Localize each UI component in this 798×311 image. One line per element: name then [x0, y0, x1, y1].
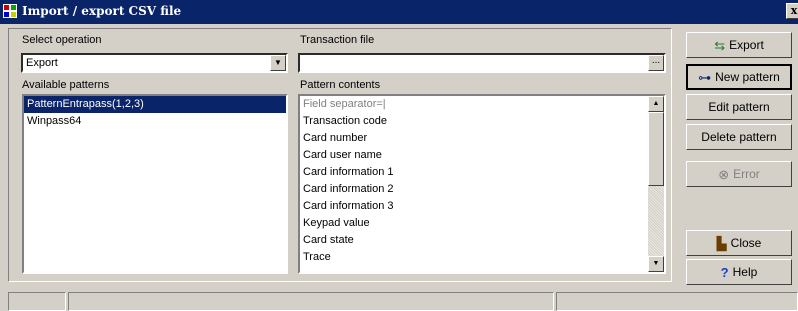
list-item[interactable]: Field separator=|	[300, 96, 664, 113]
edit-pattern-button[interactable]: Edit pattern	[686, 94, 792, 120]
scroll-up-icon[interactable]: ▲	[648, 96, 664, 112]
export-icon: ⇆	[714, 37, 726, 53]
title-bar: Import / export CSV file x	[0, 0, 798, 24]
list-item[interactable]: Keypad value	[300, 215, 664, 232]
available-patterns-label: Available patterns	[22, 79, 110, 91]
operation-value: Export	[26, 57, 58, 69]
scroll-down-icon[interactable]: ▼	[648, 256, 664, 272]
new-pattern-button-label: New pattern	[715, 70, 780, 84]
select-operation-label: Select operation	[22, 34, 102, 46]
close-button-label: Close	[730, 236, 762, 250]
help-button-label: Help	[732, 265, 758, 279]
help-icon: ?	[720, 264, 729, 280]
list-item[interactable]: Card number	[300, 130, 664, 147]
new-pattern-button[interactable]: ⊶ New pattern	[686, 64, 792, 90]
error-button[interactable]: ⊗ Error	[686, 161, 792, 187]
export-button-label: Export	[729, 38, 764, 52]
delete-pattern-button-label: Delete pattern	[701, 130, 777, 144]
error-icon: ⊗	[718, 166, 730, 182]
help-button[interactable]: ? Help	[686, 259, 792, 285]
pattern-contents-list[interactable]: Field separator=| Transaction code Card …	[298, 94, 666, 274]
transaction-file-label: Transaction file	[300, 34, 375, 46]
list-item[interactable]: Winpass64	[24, 113, 286, 130]
list-item[interactable]: PatternEntrapass(1,2,3)	[24, 96, 286, 113]
list-item[interactable]: Card state	[300, 232, 664, 249]
status-cell	[68, 292, 554, 311]
export-button[interactable]: ⇆ Export	[686, 32, 792, 58]
new-pattern-icon: ⊶	[698, 69, 712, 85]
chevron-down-icon[interactable]: ▼	[270, 55, 286, 71]
list-item[interactable]: Card information 1	[300, 164, 664, 181]
status-cell	[8, 292, 66, 311]
list-item[interactable]: Card user name	[300, 147, 664, 164]
delete-pattern-button[interactable]: Delete pattern	[686, 124, 792, 150]
status-cell	[556, 292, 798, 311]
patterns-list[interactable]: PatternEntrapass(1,2,3) Winpass64	[22, 94, 288, 274]
list-item[interactable]: Trace	[300, 249, 664, 266]
browse-button[interactable]: ...	[648, 55, 664, 71]
scroll-thumb[interactable]	[648, 112, 664, 186]
edit-pattern-button-label: Edit pattern	[708, 100, 770, 114]
pattern-contents-label: Pattern contents	[300, 79, 381, 91]
error-button-label: Error	[733, 167, 760, 181]
window-close-button[interactable]: x	[786, 3, 798, 19]
list-item[interactable]: Transaction code	[300, 113, 664, 130]
status-bar	[0, 292, 798, 311]
close-door-icon: ▙	[716, 235, 727, 251]
window-title: Import / export CSV file	[22, 4, 182, 18]
operation-select[interactable]: Export ▼	[21, 53, 288, 73]
transaction-file-input[interactable]: ...	[298, 53, 666, 73]
list-item[interactable]: Card information 2	[300, 181, 664, 198]
vertical-scrollbar[interactable]: ▲ ▼	[648, 96, 664, 272]
list-item[interactable]: Card information 3	[300, 198, 664, 215]
app-icon	[3, 4, 17, 18]
close-button[interactable]: ▙ Close	[686, 230, 792, 256]
